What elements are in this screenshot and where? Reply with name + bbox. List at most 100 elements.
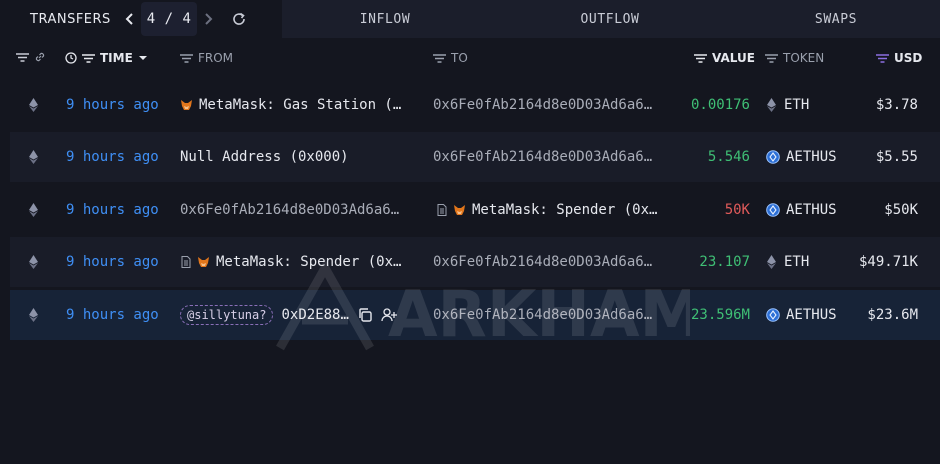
refresh-icon[interactable] — [231, 11, 247, 27]
metamask-fox-icon — [181, 100, 192, 110]
token-symbol: ETH — [784, 254, 810, 270]
time-link[interactable]: 9 hours ago — [66, 290, 159, 340]
usd-column-header[interactable]: USD — [876, 51, 922, 65]
to-header-label: TO — [451, 51, 468, 65]
from-column-header[interactable]: FROM — [180, 51, 233, 65]
filter-icon[interactable] — [876, 53, 889, 63]
tab-transfers[interactable]: TRANSFERS 4 / 4 — [0, 0, 282, 38]
chevron-right-icon[interactable] — [203, 12, 213, 26]
to-address[interactable]: 0x6Fe0fAb2164d8e0D03Ad6a6… — [433, 132, 652, 182]
from-header-label: FROM — [198, 51, 234, 65]
chain-cell — [29, 132, 38, 182]
to-entity: MetaMask: Spender (0x… — [472, 202, 658, 218]
filter-icon[interactable] — [16, 52, 29, 62]
value-cell: 23.596M — [690, 307, 750, 323]
value-cell: 0.00176 — [690, 97, 750, 113]
sort-down-icon[interactable] — [138, 55, 148, 61]
usd-cell: $49.71K — [858, 254, 918, 270]
to-address[interactable]: 0x6Fe0fAb2164d8e0D03Ad6a6… — [433, 237, 652, 287]
time-link[interactable]: 9 hours ago — [66, 237, 159, 287]
pagination: 4 / 4 — [125, 2, 248, 36]
token-cell[interactable]: AETHUS — [766, 185, 837, 235]
token-cell[interactable]: AETHUS — [766, 290, 837, 340]
time-column-header[interactable]: TIME — [65, 51, 148, 65]
token-cell[interactable]: AETHUS — [766, 132, 837, 182]
copy-icon[interactable] — [357, 307, 373, 323]
eth-icon — [29, 308, 38, 322]
metamask-fox-icon — [198, 257, 209, 267]
filter-icon[interactable] — [694, 53, 707, 63]
tab-bar: TRANSFERS 4 / 4 INFLOW OUTFLOW SWAPS — [0, 0, 940, 38]
usd-cell: $5.55 — [875, 149, 918, 165]
time-link[interactable]: 9 hours ago — [66, 185, 159, 235]
eth-icon — [29, 98, 38, 112]
filter-icon[interactable] — [765, 53, 778, 63]
value-cell: 50K — [724, 202, 750, 218]
page-total: 4 — [182, 11, 192, 27]
token-header-label: TOKEN — [783, 51, 825, 65]
aethus-coin-icon — [766, 308, 780, 322]
filter-icon[interactable] — [82, 53, 95, 63]
table-row[interactable]: 9 hours ago MetaMask: Gas Station (… 0x6… — [10, 80, 940, 130]
token-symbol: AETHUS — [786, 149, 837, 165]
from-cell[interactable]: MetaMask: Spender (0x… — [181, 237, 401, 287]
page-indicator: 4 / 4 — [140, 2, 198, 36]
to-address[interactable]: 0x6Fe0fAb2164d8e0D03Ad6a6… — [433, 80, 652, 130]
value-header-label: VALUE — [712, 51, 755, 65]
token-symbol: AETHUS — [786, 307, 837, 323]
filter-icon[interactable] — [433, 53, 446, 63]
to-column-header[interactable]: TO — [433, 51, 468, 65]
token-cell[interactable]: ETH — [767, 237, 809, 287]
tab-inflow[interactable]: INFLOW — [282, 0, 488, 38]
usd-cell: $23.6M — [867, 307, 918, 323]
from-address[interactable]: 0xD2E88… — [281, 307, 348, 323]
tab-outflow-label: OUTFLOW — [580, 11, 640, 27]
from-address[interactable]: 0x6Fe0fAb2164d8e0D03Ad6a6… — [180, 185, 399, 235]
filter-icon[interactable] — [180, 53, 193, 63]
page-separator: / — [164, 11, 174, 27]
from-entity: MetaMask: Spender (0x… — [216, 254, 402, 270]
time-link[interactable]: 9 hours ago — [66, 132, 159, 182]
address-tag[interactable]: @sillytuna? — [180, 305, 274, 325]
to-address[interactable]: 0x6Fe0fAb2164d8e0D03Ad6a6… — [433, 290, 652, 340]
from-cell[interactable]: MetaMask: Gas Station (… — [180, 80, 401, 130]
usd-cell: $50K — [884, 202, 918, 218]
add-user-icon[interactable] — [381, 307, 397, 323]
table-header: TIME FROM TO VALUE TOKEN USD — [0, 44, 940, 74]
value-cell: 5.546 — [707, 149, 750, 165]
chain-cell — [29, 237, 38, 287]
clock-icon — [65, 52, 77, 64]
tab-swaps[interactable]: SWAPS — [732, 0, 940, 38]
chain-cell — [29, 80, 38, 130]
token-symbol: ETH — [784, 97, 810, 113]
value-column-header[interactable]: VALUE — [694, 51, 755, 65]
usd-cell: $3.78 — [875, 97, 918, 113]
table-row[interactable]: 9 hours ago @sillytuna? 0xD2E88… 0x6Fe0f… — [10, 290, 940, 340]
from-entity[interactable]: Null Address (0x000) — [180, 132, 349, 182]
token-cell[interactable]: ETH — [767, 80, 809, 130]
chevron-left-icon[interactable] — [125, 12, 135, 26]
eth-icon — [29, 150, 38, 164]
link-icon[interactable] — [34, 51, 46, 63]
chain-column-header — [16, 51, 46, 63]
contract-doc-icon — [181, 256, 191, 268]
to-cell[interactable]: MetaMask: Spender (0x… — [437, 185, 657, 235]
eth-icon — [767, 98, 776, 112]
contract-doc-icon — [437, 204, 447, 216]
eth-icon — [29, 203, 38, 217]
table-row[interactable]: 9 hours ago MetaMask: Spender (0x… 0x6Fe… — [10, 237, 940, 287]
table-row[interactable]: 9 hours ago Null Address (0x000) 0x6Fe0f… — [10, 132, 940, 182]
eth-icon — [767, 255, 776, 269]
aethus-coin-icon — [766, 203, 780, 217]
usd-header-label: USD — [894, 51, 923, 65]
token-column-header[interactable]: TOKEN — [765, 51, 824, 65]
table-row[interactable]: 9 hours ago 0x6Fe0fAb2164d8e0D03Ad6a6… M… — [10, 185, 940, 235]
chain-cell — [29, 290, 38, 340]
tab-swaps-label: SWAPS — [814, 11, 858, 27]
from-cell[interactable]: @sillytuna? 0xD2E88… — [180, 290, 397, 340]
eth-icon — [29, 255, 38, 269]
metamask-fox-icon — [454, 205, 465, 215]
tab-outflow[interactable]: OUTFLOW — [488, 0, 732, 38]
value-cell: 23.107 — [699, 254, 750, 270]
time-link[interactable]: 9 hours ago — [66, 80, 159, 130]
